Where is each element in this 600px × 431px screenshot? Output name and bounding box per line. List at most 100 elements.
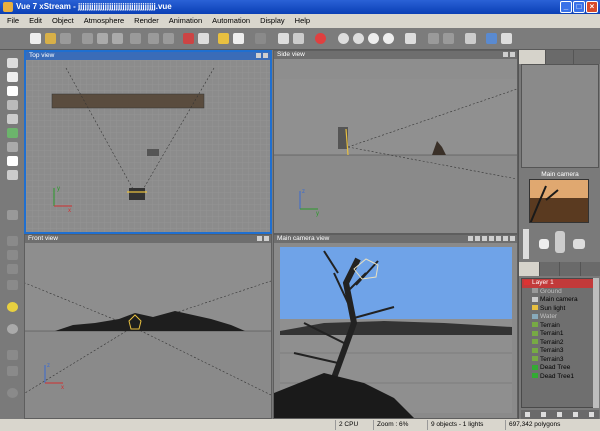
menu-display[interactable]: Display <box>260 14 285 28</box>
menu-edit[interactable]: Edit <box>29 14 42 28</box>
tree-item[interactable]: Ground <box>522 288 598 297</box>
tree-item[interactable]: Main camera <box>522 296 598 305</box>
function-editor-icon[interactable] <box>293 33 304 44</box>
cloud-icon[interactable] <box>233 33 244 44</box>
tree-item[interactable]: Terrain3 <box>522 356 598 365</box>
terrain-icon[interactable] <box>7 100 18 110</box>
trash-icon[interactable] <box>525 412 530 417</box>
boolean-icon[interactable] <box>7 210 18 220</box>
menu-help[interactable]: Help <box>295 14 310 28</box>
tab-material-preview[interactable] <box>546 50 574 64</box>
tree-item[interactable]: Water <box>522 313 598 322</box>
menu-automation[interactable]: Automation <box>212 14 250 28</box>
hypervue-icon[interactable] <box>7 324 18 334</box>
menu-file[interactable]: File <box>7 14 19 28</box>
text-tool-icon[interactable] <box>7 86 18 96</box>
tree-item[interactable]: Terrain1 <box>522 330 598 339</box>
measure-icon[interactable] <box>7 366 18 376</box>
load-atmosphere-icon[interactable] <box>183 33 194 44</box>
redo-icon[interactable] <box>163 33 174 44</box>
tab-aspect-preview[interactable] <box>519 50 547 64</box>
color-picker-icon[interactable] <box>315 33 326 44</box>
terrain-patch[interactable] <box>52 94 204 108</box>
side-view-viewport[interactable]: Side view z y <box>273 50 518 234</box>
camera-orbit-icon[interactable] <box>555 231 565 253</box>
open-folder-icon[interactable] <box>45 33 56 44</box>
search-icon[interactable] <box>7 388 18 398</box>
sun-light-icon[interactable] <box>218 33 229 44</box>
menu-atmosphere[interactable]: Atmosphere <box>84 14 124 28</box>
select-tool-icon[interactable] <box>7 58 18 68</box>
toggle-views-icon[interactable] <box>486 33 497 44</box>
viewport-menu-icon[interactable] <box>257 236 262 241</box>
render-icon[interactable] <box>338 33 349 44</box>
minimize-button[interactable]: _ <box>560 1 572 13</box>
maximize-view-icon[interactable] <box>263 53 268 58</box>
menu-render[interactable]: Render <box>134 14 159 28</box>
group-icon[interactable] <box>7 236 18 246</box>
camera-control-icon[interactable] <box>489 236 494 241</box>
menu-animation[interactable]: Animation <box>169 14 202 28</box>
tree-scrollbar[interactable] <box>593 278 599 408</box>
tree-item[interactable]: Terrain <box>522 322 598 331</box>
settings-icon[interactable] <box>589 412 594 417</box>
tab-materials[interactable] <box>540 262 560 276</box>
cloud-layer-icon[interactable] <box>7 156 18 166</box>
hand-pan-icon[interactable] <box>539 239 549 249</box>
light-icon[interactable] <box>7 302 18 312</box>
maximize-view-icon[interactable] <box>264 236 269 241</box>
fit-view-icon[interactable] <box>405 33 416 44</box>
zoom-slider[interactable] <box>523 229 529 259</box>
tab-world-browser[interactable] <box>519 262 540 276</box>
main-camera-object[interactable] <box>129 188 145 200</box>
link-icon[interactable] <box>7 264 18 274</box>
visibility-icon[interactable] <box>557 412 562 417</box>
top-view-canvas[interactable]: y x <box>26 60 270 232</box>
tab-numerics[interactable] <box>574 50 600 64</box>
water-plane-icon[interactable] <box>7 142 18 152</box>
align-icon[interactable] <box>465 33 476 44</box>
close-button[interactable]: × <box>586 1 598 13</box>
camera-fit-icon[interactable] <box>573 239 585 249</box>
zoom-out-icon[interactable] <box>383 33 394 44</box>
undo-icon[interactable] <box>148 33 159 44</box>
tree-item[interactable]: Dead Tree1 <box>522 373 598 382</box>
tree-item[interactable]: Terrain3 <box>522 347 598 356</box>
tree-item[interactable]: Sun light <box>522 305 598 314</box>
sphere-primitive-icon[interactable] <box>7 72 18 82</box>
layer-row[interactable]: Layer 1 <box>522 279 598 288</box>
front-view-viewport[interactable]: Front view z x <box>24 234 272 419</box>
material-editor-icon[interactable] <box>278 33 289 44</box>
grid-icon[interactable] <box>428 33 439 44</box>
tree-item[interactable]: Dead Tree <box>522 364 598 373</box>
camera-view-canvas[interactable] <box>274 243 517 418</box>
menu-object[interactable]: Object <box>52 14 74 28</box>
cut-icon[interactable] <box>82 33 93 44</box>
options-icon[interactable] <box>501 33 512 44</box>
camera-control-icon[interactable] <box>475 236 480 241</box>
delete-icon[interactable] <box>130 33 141 44</box>
camera-control-icon[interactable] <box>482 236 487 241</box>
front-view-canvas[interactable]: z x <box>25 243 271 418</box>
maximize-view-icon[interactable] <box>510 236 515 241</box>
plant-icon[interactable] <box>7 128 18 138</box>
viewport-menu-icon[interactable] <box>503 52 508 57</box>
save-icon[interactable] <box>60 33 71 44</box>
sun-light-object[interactable] <box>147 149 159 156</box>
zoom-in-icon[interactable] <box>368 33 379 44</box>
ecosystem-icon[interactable] <box>7 280 18 290</box>
camera-control-icon[interactable] <box>503 236 508 241</box>
render-area-icon[interactable] <box>353 33 364 44</box>
object-graph-icon[interactable] <box>255 33 266 44</box>
lock-icon[interactable] <box>573 412 578 417</box>
atmosphere-editor-icon[interactable] <box>198 33 209 44</box>
new-file-icon[interactable] <box>30 33 41 44</box>
tab-objects[interactable] <box>560 262 581 276</box>
viewport-menu-icon[interactable] <box>256 53 261 58</box>
top-view-viewport[interactable]: Top view y x <box>24 50 272 234</box>
paste-icon[interactable] <box>112 33 123 44</box>
camera-preview-thumbnail[interactable] <box>529 179 589 223</box>
snap-icon[interactable] <box>443 33 454 44</box>
tree-item[interactable]: Terrain2 <box>522 339 598 348</box>
metablob-icon[interactable] <box>7 250 18 260</box>
